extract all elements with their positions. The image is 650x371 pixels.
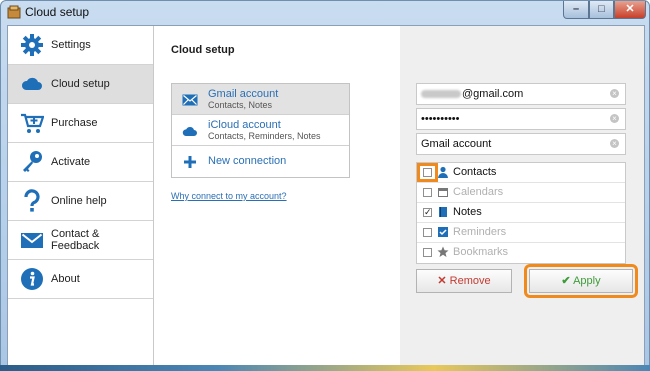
sidebar-item-about[interactable]: About (8, 260, 153, 299)
sidebar: Settings Cloud setup Purchase Activate O… (8, 26, 154, 365)
email-field[interactable]: @gmail.com × (416, 83, 626, 105)
email-suffix: @gmail.com (462, 88, 524, 100)
sidebar-item-label: Online help (51, 195, 107, 207)
minimize-button[interactable]: – (563, 1, 589, 19)
remove-icon: ✕ (437, 275, 447, 287)
sidebar-item-settings[interactable]: Settings (8, 26, 153, 65)
plus-icon (184, 156, 196, 168)
maximize-button[interactable]: □ (589, 1, 614, 19)
info-icon (21, 268, 43, 290)
account-list: Gmail account Contacts, Notes iCloud acc… (171, 83, 350, 178)
cart-icon (21, 113, 44, 133)
account-subtitle: Contacts, Reminders, Notes (208, 131, 321, 141)
sidebar-item-label: Purchase (51, 117, 98, 129)
sidebar-item-label: Settings (51, 39, 91, 51)
option-label: Bookmarks (453, 246, 509, 258)
option-bookmarks[interactable]: Bookmarks (417, 243, 625, 263)
notebook-icon (439, 207, 447, 217)
account-title: iCloud account (208, 119, 281, 131)
new-connection-label: New connection (208, 155, 287, 167)
option-label: Contacts (453, 166, 497, 178)
person-icon (438, 166, 448, 178)
question-icon (24, 189, 40, 212)
client-area: Settings Cloud setup Purchase Activate O… (7, 25, 645, 366)
option-label: Notes (453, 206, 482, 218)
sidebar-item-label: Activate (51, 156, 91, 168)
option-calendars[interactable]: Calendars (417, 183, 625, 203)
key-icon (23, 151, 42, 172)
app-window: Cloud setup – □ ✕ Settings Cloud setup P… (0, 0, 650, 371)
sidebar-item-label: About (51, 273, 80, 285)
redacted-username (421, 90, 461, 99)
sidebar-item-online-help[interactable]: Online help (8, 182, 153, 221)
calendars-checkbox[interactable] (423, 188, 432, 197)
apply-label: Apply (573, 275, 601, 287)
password-value: •••••••••• (421, 113, 460, 125)
sidebar-item-activate[interactable]: Activate (8, 143, 153, 182)
account-details-panel: @gmail.com × •••••••••• × Gmail account … (400, 26, 644, 365)
sidebar-item-purchase[interactable]: Purchase (8, 104, 153, 143)
why-connect-link[interactable]: Why connect to my account? (171, 191, 287, 201)
remove-label: Remove (449, 275, 491, 287)
clear-icon[interactable]: × (610, 114, 619, 123)
notes-checkbox[interactable]: ✓ (423, 208, 432, 217)
option-label: Calendars (453, 186, 504, 198)
page-title: Cloud setup (171, 44, 235, 56)
reminders-checkbox[interactable] (423, 228, 432, 237)
sidebar-item-cloud-setup[interactable]: Cloud setup (8, 65, 153, 104)
new-connection-button[interactable]: New connection (172, 146, 349, 177)
envelope-icon (21, 233, 43, 248)
main-content: Cloud setup Gmail account Contacts, Note… (154, 26, 400, 365)
option-contacts[interactable]: Contacts (417, 163, 625, 183)
title-bar[interactable]: Cloud setup – □ ✕ (1, 1, 649, 23)
option-label: Reminders (453, 226, 507, 238)
sidebar-item-label: Cloud setup (51, 78, 110, 90)
bookmarks-checkbox[interactable] (423, 248, 432, 257)
cloud-icon (21, 77, 42, 90)
sidebar-item-label: Contact & Feedback (51, 228, 100, 252)
desktop-background (0, 365, 650, 371)
gear-icon (21, 34, 43, 56)
reminder-icon (438, 227, 448, 237)
password-field[interactable]: •••••••••• × (416, 108, 626, 130)
option-notes[interactable]: ✓ Notes (417, 203, 625, 223)
close-button[interactable]: ✕ (614, 1, 646, 19)
account-name-field[interactable]: Gmail account × (416, 133, 626, 155)
account-name-value: Gmail account (421, 138, 492, 150)
apply-button[interactable]: ✔ Apply (529, 269, 633, 293)
sidebar-item-contact-feedback[interactable]: Contact & Feedback (8, 221, 153, 260)
window-title: Cloud setup (25, 5, 90, 19)
clear-icon[interactable]: × (610, 89, 619, 98)
account-item-icloud[interactable]: iCloud account Contacts, Reminders, Note… (172, 115, 349, 146)
star-icon (437, 246, 449, 257)
contacts-checkbox-highlight (417, 163, 438, 182)
account-title: Gmail account (208, 88, 279, 100)
calendar-icon (438, 188, 448, 197)
cloud-icon (182, 127, 197, 136)
option-reminders[interactable]: Reminders (417, 223, 625, 243)
mail-icon (182, 94, 198, 106)
account-item-gmail[interactable]: Gmail account Contacts, Notes (172, 84, 349, 115)
check-icon: ✔ (561, 275, 571, 287)
remove-button[interactable]: ✕ Remove (416, 269, 512, 293)
clear-icon[interactable]: × (610, 139, 619, 148)
app-icon (7, 5, 21, 19)
sync-options-list: Contacts Calendars ✓ Notes Reminders Boo… (416, 162, 626, 264)
account-subtitle: Contacts, Notes (208, 100, 273, 110)
